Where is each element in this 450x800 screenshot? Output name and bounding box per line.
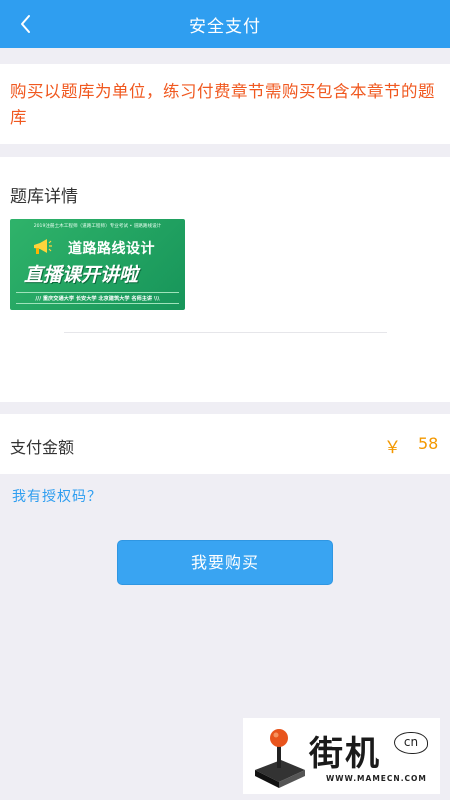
section-title: 题库详情 <box>10 187 78 207</box>
payment-amount-row: 支付金额 ￥ 58 <box>0 414 450 474</box>
cover-bottom-text: 重庆交通大学 长安大学 北京建筑大学 名师主讲 <box>42 296 153 302</box>
cover-bottom-line: /// 重庆交通大学 长安大学 北京建筑大学 名师主讲 \\\ <box>10 295 185 302</box>
payment-label: 支付金额 <box>10 438 75 457</box>
course-cover-image[interactable]: 2019注册土木工程师（道路工程师）专业考试 • 道路路线设计 道路路线设计 直… <box>10 219 185 310</box>
cover-bottom-right: \\\ <box>153 296 160 302</box>
watermark-badge: cn <box>394 732 428 754</box>
cover-line-1: 道路路线设计 <box>68 241 155 257</box>
cover-top-line: 2019注册土木工程师（道路工程师）专业考试 • 道路路线设计 <box>33 224 162 229</box>
watermark-text: 街机 <box>309 734 381 774</box>
buy-button[interactable]: 我要购买 <box>117 540 333 585</box>
cover-bottom-left: /// <box>35 296 42 302</box>
auth-code-link[interactable]: 我有授权码？ <box>12 486 102 506</box>
divider <box>64 332 387 333</box>
watermark-url: WWW.MAMECN.COM <box>326 774 427 783</box>
watermark: 街机 cn WWW.MAMECN.COM <box>243 718 440 794</box>
payment-amount: 58 <box>418 434 439 453</box>
cover-line-2: 直播课开讲啦 <box>24 264 139 286</box>
purchase-notice: 购买以题库为单位，练习付费章节需购买包含本章节的题库 <box>0 64 450 144</box>
question-bank-detail-section: 题库详情 2019注册土木工程师（道路工程师）专业考试 • 道路路线设计 道路路… <box>0 157 450 402</box>
joystick-logo-icon <box>255 729 305 788</box>
megaphone-icon <box>34 239 52 254</box>
page-title: 安全支付 <box>189 17 261 37</box>
currency-symbol: ￥ <box>384 438 401 458</box>
top-bar: 安全支付 <box>0 0 450 48</box>
